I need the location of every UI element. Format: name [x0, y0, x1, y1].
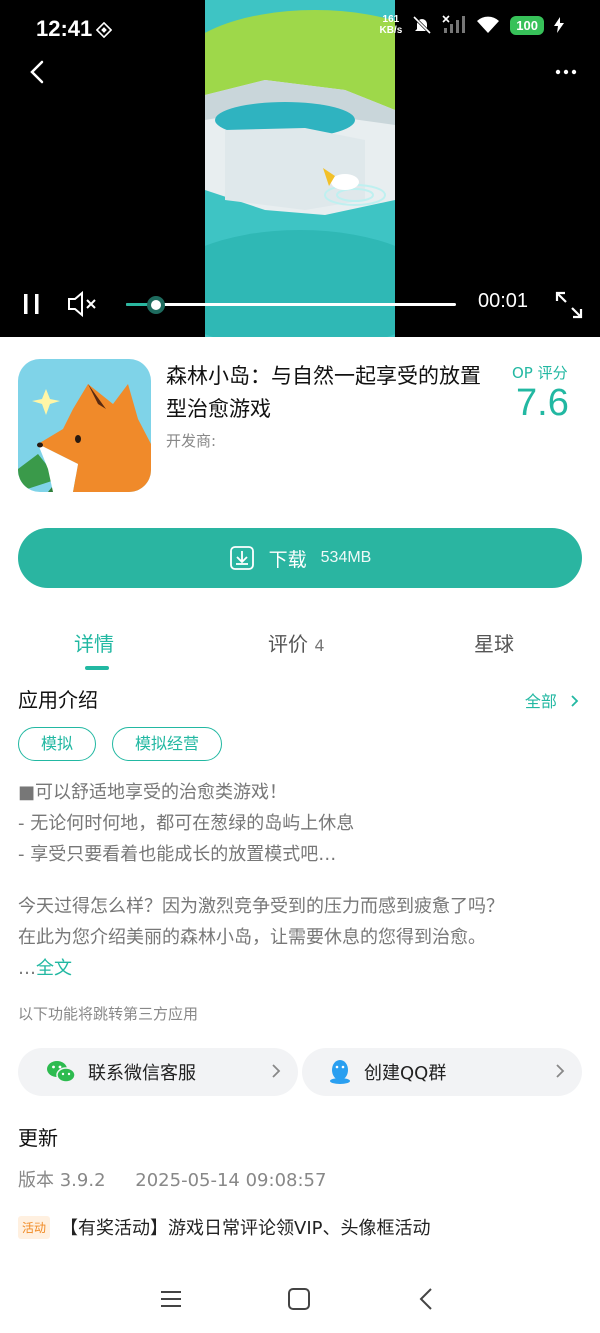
more-dots-icon [555, 69, 577, 75]
fulltext-link[interactable]: 全文 [36, 958, 72, 979]
tag-simulation-management[interactable]: 模拟经营 [112, 727, 223, 761]
status-icons: 161 KB/s 100 [380, 14, 564, 36]
update-title: 更新 [18, 1126, 58, 1150]
network-speed-value: 161 [382, 14, 400, 25]
app-title: 森林小岛：与自然一起享受的放置型治愈游戏 [166, 364, 481, 421]
status-time: 12:41 [36, 16, 93, 41]
tab-details[interactable]: 详情 [74, 628, 114, 657]
wechat-contact-button[interactable]: 联系微信客服 [18, 1048, 298, 1096]
update-version: 版本 3.9.2 [18, 1170, 106, 1191]
mute-notifications-icon [413, 15, 432, 35]
qq-group-button[interactable]: 创建QQ群 [302, 1048, 582, 1096]
intro-para-line-1: 今天过得怎么样？因为激烈竞争受到的压力而感到疲惫了吗？ [18, 896, 504, 917]
activity-row[interactable]: 活动 【有奖活动】游戏日常评论领VIP、头像框活动 [18, 1214, 431, 1240]
qq-group-label: 创建QQ群 [364, 1063, 447, 1084]
tab-reviews-label: 评价 [268, 632, 308, 656]
chevron-right-icon [556, 1064, 565, 1078]
fullscreen-button[interactable] [554, 290, 584, 320]
wechat-contact-label: 联系微信客服 [88, 1063, 196, 1084]
intro-all-label: 全部 [524, 692, 557, 711]
video-player[interactable]: 12:41 161 KB/s 100 00:01 [0, 0, 600, 337]
video-progress-bar[interactable] [126, 296, 456, 314]
intro-bullets: ■可以舒适地享受的治愈类游戏！ - 无论何时何地，都可在葱绿的岛屿上休息 - 享… [18, 777, 588, 870]
download-button[interactable]: 下载 534MB [18, 528, 582, 588]
download-label: 下载 [268, 548, 307, 571]
nav-back-button[interactable] [412, 1284, 442, 1314]
home-square-icon [288, 1288, 310, 1310]
signal-icon [442, 15, 466, 33]
volume-muted-icon [68, 290, 96, 318]
wifi-icon [477, 16, 500, 33]
tab-planet[interactable]: 星球 [474, 628, 514, 657]
tab-active-indicator [85, 666, 109, 670]
tab-planet-label: 星球 [474, 632, 514, 656]
intro-line-2: - 无论何时何地，都可在葱绿的岛屿上休息 [18, 813, 355, 834]
tag-simulation[interactable]: 模拟 [18, 727, 97, 761]
mute-button[interactable] [66, 290, 100, 318]
intro-paragraph: 今天过得怎么样？因为激烈竞争受到的压力而感到疲惫了吗？ 在此为您介绍美丽的森林小… [18, 891, 588, 984]
menu-icon [161, 1291, 181, 1307]
intro-title: 应用介绍 [18, 688, 98, 712]
wechat-icon [47, 1061, 76, 1083]
network-speed-unit: KB/s [379, 25, 403, 36]
video-controls: 00:01 [0, 282, 600, 326]
rating-label: OP 评分 [512, 364, 568, 382]
network-speed: 161 KB/s [380, 14, 403, 36]
battery-level: 100 [510, 15, 544, 35]
tab-details-label: 详情 [74, 632, 114, 656]
activity-badge: 活动 [18, 1215, 51, 1239]
system-nav-bar [0, 1270, 600, 1333]
download-size: 534MB [320, 549, 372, 566]
nav-home-button[interactable] [284, 1284, 314, 1314]
tab-reviews[interactable]: 评价 4 [268, 628, 325, 657]
activity-text: 【有奖活动】游戏日常评论领VIP、头像框活动 [60, 1218, 431, 1239]
chevron-left-icon [30, 60, 44, 84]
intro-para-line-2: 在此为您介绍美丽的森林小岛，让需要休息的您得到治愈。 [18, 927, 486, 948]
app-icon [18, 359, 151, 492]
video-current-time: 00:01 [478, 290, 529, 312]
back-chevron-icon [419, 1288, 432, 1310]
more-options-button[interactable] [550, 58, 582, 86]
update-date: 2025-05-14 09:08:57 [135, 1170, 327, 1191]
expand-icon [555, 291, 583, 319]
charging-icon [554, 17, 564, 33]
pause-button[interactable] [22, 292, 42, 316]
nav-menu-button[interactable] [156, 1284, 186, 1314]
rating-value: 7.6 [516, 382, 569, 424]
third-party-note: 以下功能将跳转第三方应用 [18, 1005, 199, 1023]
download-icon [229, 546, 254, 570]
tab-bar: 详情 评价 4 星球 [0, 620, 600, 670]
intro-ellipsis: … [18, 958, 36, 979]
vpn-icon [96, 22, 112, 38]
chevron-right-icon [272, 1064, 281, 1078]
update-meta: 版本 3.9.2 2025-05-14 09:08:57 [18, 1166, 326, 1192]
back-button[interactable] [22, 56, 54, 88]
intro-fulltext-row: …全文 [18, 953, 588, 984]
status-bar: 12:41 161 KB/s 100 [0, 0, 600, 60]
chevron-right-icon [571, 695, 579, 707]
video-progress-handle[interactable] [147, 296, 165, 314]
intro-line-3: - 享受只要看着也能成长的放置模式吧… [18, 844, 337, 865]
fox-app-icon [18, 359, 151, 492]
tab-reviews-count: 4 [314, 636, 325, 655]
tag-list: 模拟 模拟经营 [18, 727, 223, 761]
intro-line-1: ■可以舒适地享受的治愈类游戏！ [18, 782, 288, 803]
intro-all-link[interactable]: 全部 [525, 688, 582, 712]
developer-label: 开发商: [166, 432, 217, 450]
qq-icon [330, 1060, 350, 1084]
pause-icon [24, 294, 39, 314]
